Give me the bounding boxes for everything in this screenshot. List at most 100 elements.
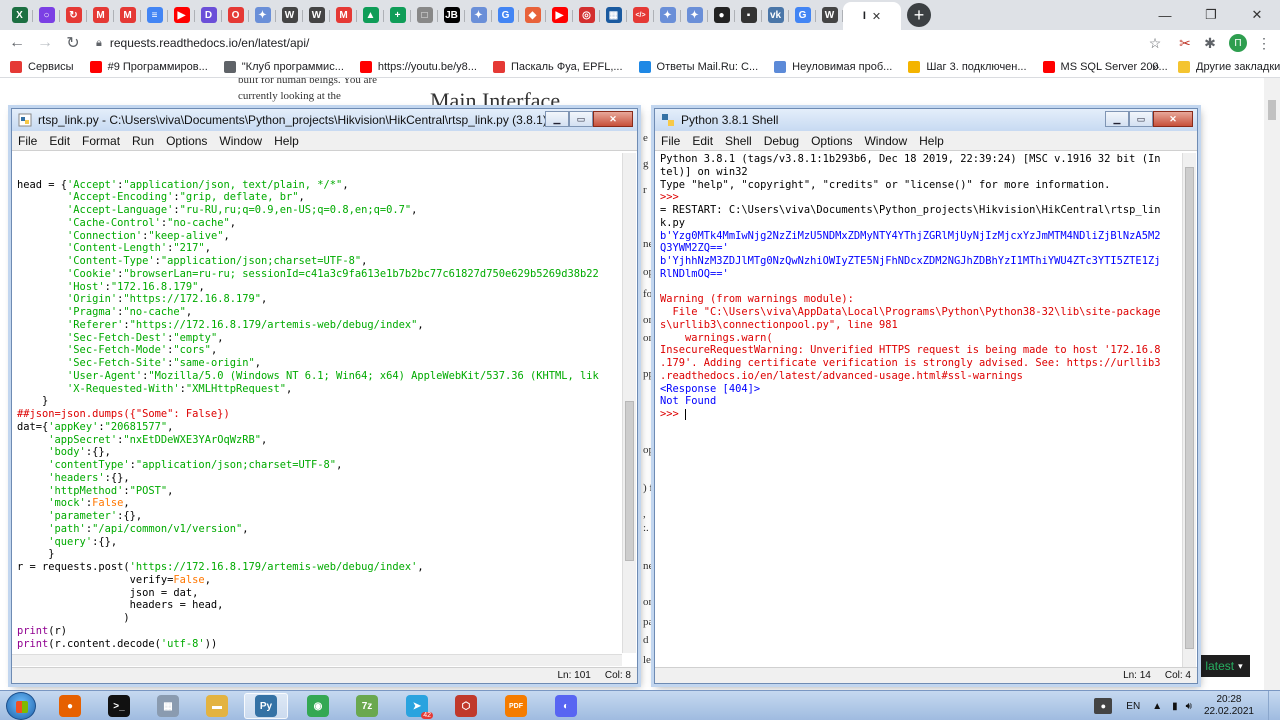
browser-tab[interactable]: M [87,2,114,28]
taskbar-app-folder[interactable]: ▬ [195,693,239,719]
browser-tab[interactable]: D [195,2,222,28]
star-icon[interactable]: ☆ [1143,32,1167,54]
volume-icon[interactable]: 🔊︎ [1186,701,1192,712]
taskbar-app-pdf[interactable]: PDF [494,693,538,719]
close-icon[interactable]: ✕ [1153,111,1193,127]
browser-tab[interactable]: □ [411,2,438,28]
back-icon[interactable]: ← [3,30,31,56]
browser-tab[interactable]: ✦ [249,2,276,28]
menu-options[interactable]: Options [811,134,852,148]
other-bookmarks-folder[interactable]: Другие закладки [1178,60,1280,73]
bookmark-item[interactable]: Шаг 3. подключен... [908,60,1027,73]
menu-help[interactable]: Help [919,134,944,148]
browser-tab[interactable]: O [222,2,249,28]
menu-shell[interactable]: Shell [725,134,752,148]
taskbar-app-chrome[interactable]: ◉ [296,693,340,719]
editor-horizontal-scrollbar[interactable] [12,654,622,666]
menu-format[interactable]: Format [82,134,120,148]
browser-tab[interactable]: ▲ [357,2,384,28]
maximize-icon[interactable]: ▭ [1129,111,1153,127]
shell-vertical-scrollbar[interactable] [1182,153,1196,667]
browser-tab[interactable]: ↻ [60,2,87,28]
menu-kebab-icon[interactable]: ⋮ [1252,32,1276,54]
bookmark-item[interactable]: Ответы Mail.Ru: С... [638,60,758,73]
bookmark-item[interactable]: Неуловимая проб... [774,60,892,73]
new-tab-button[interactable]: + [907,3,931,27]
forward-icon[interactable]: → [31,30,59,56]
browser-tab[interactable]: ▪ [735,2,762,28]
taskbar-app-7zip[interactable]: 7z [345,693,389,719]
shell-output-area[interactable]: Python 3.8.1 (tags/v3.8.1:1b293b6, Dec 1… [655,151,1197,669]
browser-tab[interactable]: ○ [33,2,60,28]
browser-tab[interactable]: ✦ [681,2,708,28]
menu-file[interactable]: File [18,134,37,148]
menu-help[interactable]: Help [274,134,299,148]
recording-icon[interactable]: ● [1094,698,1113,714]
page-scrollbar[interactable] [1264,78,1280,690]
menu-window[interactable]: Window [219,134,262,148]
browser-tab[interactable]: </> [627,2,654,28]
menu-edit[interactable]: Edit [692,134,713,148]
browser-tab[interactable]: M [114,2,141,28]
browser-tab[interactable]: ▶ [168,2,195,28]
close-browser-icon[interactable]: ✕ [1234,0,1280,30]
bookmark-item[interactable]: #9 Программиров... [89,60,208,73]
browser-tab[interactable]: X [6,2,33,28]
browser-tab[interactable]: W [816,2,843,28]
bookmark-item[interactable]: Сервисы [10,60,74,73]
browser-tab[interactable]: vk [762,2,789,28]
shell-scroll-thumb[interactable] [1185,167,1194,649]
lock-icon[interactable]: 🔒︎ [96,37,102,50]
language-indicator[interactable]: EN [1126,701,1140,712]
browser-tab[interactable]: G [789,2,816,28]
profile-avatar[interactable]: П [1226,32,1250,54]
browser-tab[interactable]: ● [708,2,735,28]
browser-tab[interactable]: G [492,2,519,28]
menu-debug[interactable]: Debug [764,134,799,148]
taskbar-app-calculator[interactable]: ▦ [146,693,190,719]
browser-tab[interactable]: ≡ [141,2,168,28]
editor-vertical-scrollbar[interactable] [622,153,636,653]
show-desktop-button[interactable] [1268,691,1280,720]
tray-expand-icon[interactable]: ▲ [1152,701,1162,712]
editor-code-area[interactable]: head = {'Accept':"application/json, text… [12,151,637,669]
browser-tab[interactable]: M [330,2,357,28]
bookmark-item[interactable]: "Клуб программис... [223,60,344,73]
browser-tab[interactable]: ✦ [654,2,681,28]
maximize-icon[interactable]: ▭ [569,111,593,127]
version-badge[interactable]: latest ▾ [1198,655,1250,677]
taskbar-app-telegram[interactable]: ➤ 42 [395,693,439,719]
bookmark-item[interactable]: Паскаль Фуа, EPFL,... [492,60,623,73]
clock[interactable]: 20:28 22.02.2021 [1204,694,1254,718]
bookmark-item[interactable]: MS SQL Server 200... [1042,60,1168,73]
network-icon[interactable]: ▮ [1172,701,1178,712]
taskbar-app-firefox[interactable]: ● [48,693,92,719]
reload-icon[interactable]: ↻ [59,30,87,56]
browser-tab[interactable]: ▦ [600,2,627,28]
taskbar-app-cmd[interactable]: >_ [97,693,141,719]
bookmarks-overflow-button[interactable]: » [1152,59,1159,74]
page-scroll-thumb[interactable] [1268,100,1276,120]
menu-edit[interactable]: Edit [49,134,70,148]
close-icon[interactable]: ✕ [593,111,633,127]
close-tab-icon[interactable]: ✕ [872,10,881,23]
maximize-browser-icon[interactable]: ❐ [1188,0,1234,30]
menu-run[interactable]: Run [132,134,154,148]
minimize-icon[interactable]: ▁ [545,111,569,127]
browser-tab[interactable]: ◎ [573,2,600,28]
menu-window[interactable]: Window [864,134,907,148]
browser-tab[interactable]: ▶ [546,2,573,28]
browser-tab[interactable]: + [384,2,411,28]
bookmark-item[interactable]: https://youtu.be/y8... [359,60,477,73]
browser-tab[interactable]: ✦ [465,2,492,28]
browser-tab[interactable]: JB [438,2,465,28]
start-button[interactable] [6,692,36,720]
puzzle-icon[interactable]: ✱ [1198,32,1222,54]
active-tab[interactable]: I ✕ [843,2,901,30]
browser-tab[interactable]: ◆ [519,2,546,28]
editor-scroll-thumb[interactable] [625,401,634,561]
extension-icon[interactable]: ✂ [1173,32,1197,54]
taskbar-app-python[interactable]: Py [244,693,288,719]
minimize-icon[interactable]: ▁ [1105,111,1129,127]
menu-file[interactable]: File [661,134,680,148]
